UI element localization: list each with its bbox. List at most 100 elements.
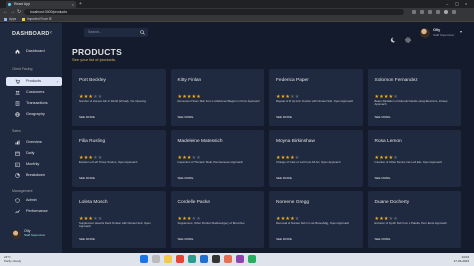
product-description: Inspection of Thoracic Skull, Percutaneo… bbox=[177, 160, 244, 164]
see-more-button[interactable]: SEE MORE bbox=[276, 115, 292, 119]
maximize-icon[interactable]: ▢ bbox=[455, 0, 459, 8]
chevron-left-icon[interactable]: ‹ bbox=[50, 30, 52, 36]
product-description: Repeat of R Up Arm Tendon with Nonaut Su… bbox=[276, 99, 354, 103]
sidebar-item-geography[interactable]: Geography bbox=[6, 110, 62, 119]
receipt-icon bbox=[15, 101, 20, 106]
apps-grid-icon bbox=[4, 17, 7, 21]
page-subtitle: See your list of products. bbox=[72, 57, 117, 62]
product-name: Filia Rusling bbox=[79, 139, 106, 144]
settings-gear-icon[interactable] bbox=[405, 30, 411, 43]
edge-icon[interactable] bbox=[188, 255, 196, 263]
header-user-role: Staff Supervisor bbox=[433, 33, 455, 37]
chrome-icon[interactable] bbox=[176, 255, 184, 263]
product-card: Duane Docherty ★★★★★ Excision of Synth Sub… bbox=[367, 191, 461, 248]
see-more-button[interactable]: SEE MORE bbox=[178, 176, 194, 180]
product-name: Cordelle Packe bbox=[177, 200, 211, 205]
section-client-facing: Client Facing bbox=[12, 67, 33, 71]
product-card: Federica Paper ★★★★★ Repeat of R Up Arm Te… bbox=[269, 69, 363, 126]
home-icon bbox=[15, 49, 20, 54]
product-description: Supplement Head & Neck Tendon with Nonau… bbox=[79, 221, 151, 229]
product-description: Removal of Scan Skin from Lt Abdomen/Reg… bbox=[177, 99, 260, 103]
section-sales: Sales bbox=[12, 129, 21, 133]
brand-title: DASHBOARD bbox=[12, 31, 50, 37]
windows-start-icon[interactable] bbox=[140, 255, 148, 263]
product-name: Madeleine Matessich bbox=[177, 139, 223, 144]
section-management: Management bbox=[12, 189, 33, 193]
see-more-button[interactable]: SEE MORE bbox=[375, 176, 391, 180]
search-icon[interactable] bbox=[152, 255, 160, 263]
clock[interactable]: 13:04 17-03-2023 bbox=[454, 255, 469, 263]
product-name: Moyna Birkinshaw bbox=[276, 139, 315, 144]
profile-icon[interactable] bbox=[444, 10, 448, 14]
forward-icon[interactable]: → bbox=[10, 8, 15, 16]
tab-close-icon[interactable]: × bbox=[72, 1, 74, 8]
reload-icon[interactable]: ↻ bbox=[17, 8, 21, 16]
extension-icons bbox=[412, 10, 470, 14]
see-more-button[interactable]: SEE MORE bbox=[178, 115, 194, 119]
see-more-button[interactable]: SEE MORE bbox=[79, 176, 95, 180]
search-icon[interactable] bbox=[140, 30, 145, 35]
product-card: Noreene Gregg ★★★★★ Removal of Nonaut Sub … bbox=[269, 191, 363, 248]
sidebar-item-products[interactable]: Products › bbox=[6, 77, 62, 86]
sidebar-item-admin[interactable]: Admin bbox=[6, 196, 62, 205]
product-name: Kitty Finlan bbox=[177, 78, 202, 83]
new-tab-button[interactable]: + bbox=[79, 1, 82, 8]
back-icon[interactable]: ← bbox=[3, 8, 8, 16]
product-card: Kitty Finlan ★★★★★ Removal of Scan Skin fr… bbox=[170, 69, 264, 126]
sidebar-item-transactions[interactable]: Transactions bbox=[6, 99, 62, 108]
folder-icon bbox=[22, 17, 25, 21]
product-card: Port Beckley ★★★★★ Number of Honest Job in… bbox=[72, 69, 166, 126]
see-more-button[interactable]: SEE MORE bbox=[375, 115, 391, 119]
extension-icon[interactable] bbox=[412, 10, 416, 14]
sidebar-item-overview[interactable]: Overview bbox=[6, 138, 62, 147]
chevron-down-icon[interactable]: ▾ bbox=[460, 29, 462, 34]
url-field[interactable]: localhost:3000/products bbox=[24, 9, 404, 15]
see-more-button[interactable]: SEE MORE bbox=[276, 237, 292, 241]
cart-icon bbox=[15, 79, 20, 84]
extension-icon[interactable] bbox=[436, 10, 440, 14]
product-card: Madeleine Matessich ★★★★★ Inspection of Th… bbox=[170, 130, 264, 187]
dark-mode-icon[interactable] bbox=[390, 30, 396, 43]
sidebar-item-breakdown[interactable]: Breakdown bbox=[6, 171, 62, 180]
see-more-button[interactable]: SEE MORE bbox=[276, 176, 292, 180]
pie-icon bbox=[15, 173, 20, 178]
sidebar-user[interactable]: Olly Staff Supervisor bbox=[12, 228, 52, 248]
product-description: Number of Honest Job in World (Virtual),… bbox=[79, 99, 146, 103]
bookmark-imported[interactable]: Imported From IE bbox=[22, 16, 52, 22]
see-more-button[interactable]: SEE MORE bbox=[79, 237, 95, 241]
app-icon[interactable] bbox=[248, 255, 256, 263]
sidebar-item-customers[interactable]: Customers bbox=[6, 88, 62, 97]
trend-icon bbox=[15, 209, 20, 214]
weather-widget[interactable]: 24°C Partly cloudy bbox=[4, 255, 21, 263]
product-card: Moyna Birkinshaw ★★★★★ Change of Cast on L… bbox=[269, 130, 363, 187]
see-more-button[interactable]: SEE MORE bbox=[375, 237, 391, 241]
extension-icon[interactable] bbox=[420, 10, 424, 14]
app-icon[interactable] bbox=[224, 255, 232, 263]
terminal-icon[interactable] bbox=[212, 255, 220, 263]
page-title: PRODUCTS bbox=[72, 47, 123, 57]
extension-icon[interactable] bbox=[428, 10, 432, 14]
browser-tab[interactable]: React App × bbox=[6, 1, 76, 8]
tab-title: React App bbox=[14, 2, 31, 6]
see-more-button[interactable]: SEE MORE bbox=[178, 237, 194, 241]
sidebar-item-daily[interactable]: Daily bbox=[6, 149, 62, 158]
app-icon[interactable] bbox=[236, 255, 244, 263]
sidebar-item-performance[interactable]: Performance bbox=[6, 207, 62, 216]
vscode-icon[interactable] bbox=[200, 255, 208, 263]
minimize-icon[interactable]: – bbox=[446, 0, 448, 8]
search-input[interactable]: Search... bbox=[84, 28, 148, 37]
sidebar-user-role: Staff Supervisor bbox=[24, 233, 46, 237]
header-user-name: Olly bbox=[433, 28, 441, 32]
menu-dots-icon[interactable] bbox=[452, 10, 456, 14]
bookmarks-bar: Apps Imported From IE bbox=[0, 16, 474, 22]
product-description: Excision of Synth Sub from L Patella, Pe… bbox=[374, 221, 447, 225]
address-bar-row: ← → ↻ localhost:3000/products bbox=[0, 8, 474, 16]
sidebar-item-monthly[interactable]: Monthly bbox=[6, 160, 62, 169]
file-explorer-icon[interactable] bbox=[164, 255, 172, 263]
sidebar-item-dashboard[interactable]: Dashboard bbox=[6, 47, 62, 56]
bookmark-apps[interactable]: Apps bbox=[4, 16, 16, 22]
avatar[interactable] bbox=[420, 28, 430, 38]
close-window-icon[interactable]: × bbox=[465, 0, 467, 8]
see-more-button[interactable]: SEE MORE bbox=[79, 115, 95, 119]
product-card: Loleta Mosch ★★★★★ Supplement Head & Neck … bbox=[72, 191, 166, 248]
